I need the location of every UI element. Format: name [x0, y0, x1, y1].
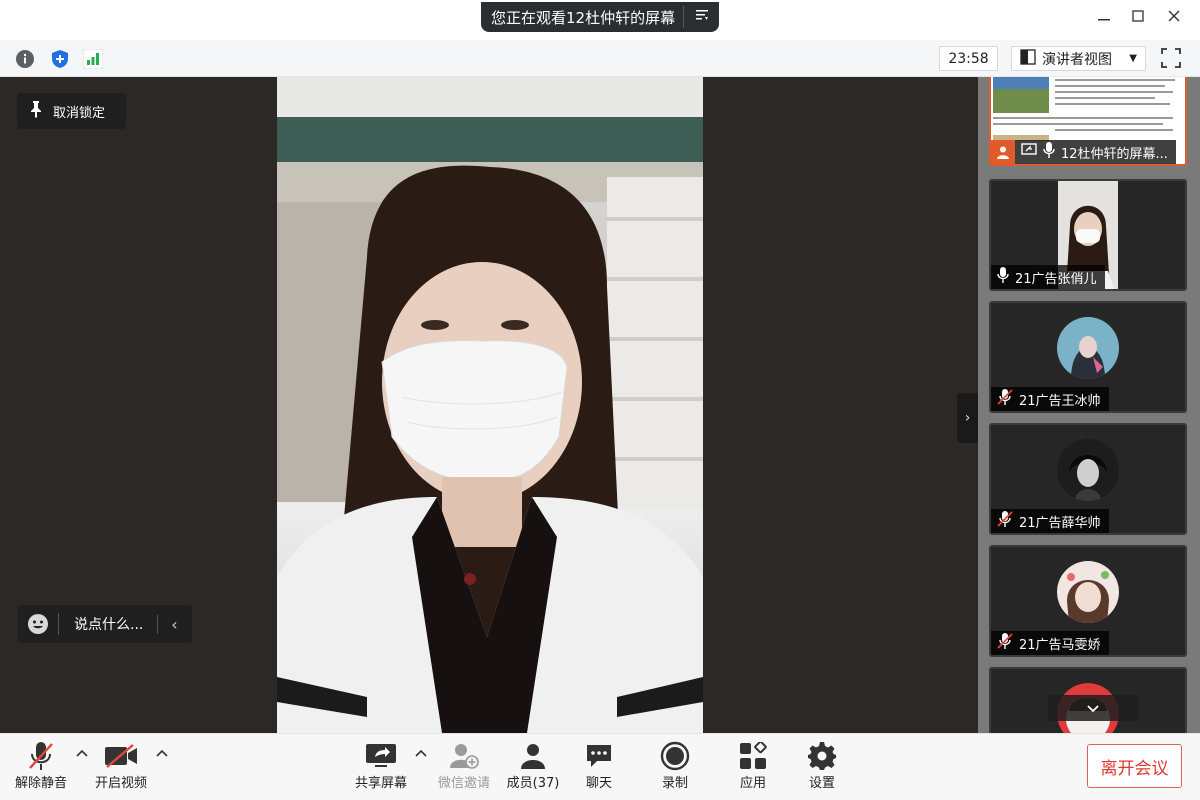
mic-icon — [997, 267, 1009, 287]
avatar — [1057, 561, 1119, 623]
participant-tile[interactable]: 21广告王冰帅 — [989, 301, 1187, 413]
mic-muted-icon — [27, 740, 55, 772]
start-video-label: 开启视频 — [94, 776, 147, 791]
avatar — [1057, 317, 1119, 379]
apps-button[interactable]: 应用 — [738, 740, 768, 796]
maximize-icon[interactable] — [1130, 8, 1146, 28]
screen-share-icon — [1021, 143, 1037, 161]
chevron-up-icon[interactable] — [76, 746, 88, 760]
participant-label: 21广告马雯娇 — [991, 631, 1109, 655]
start-video-button[interactable]: 开启视频 — [94, 740, 148, 796]
apps-icon — [739, 740, 767, 772]
mic-muted-icon — [997, 633, 1013, 653]
chat-button[interactable]: 聊天 — [584, 740, 614, 796]
shield-icon[interactable] — [49, 48, 71, 70]
chevron-right-icon[interactable]: › — [957, 393, 978, 443]
chevron-up-icon[interactable] — [156, 746, 168, 760]
share-banner[interactable]: 您正在观看12杜仲轩的屏幕 — [481, 2, 719, 32]
unmute-button[interactable]: 解除静音 — [14, 740, 68, 796]
participant-tile[interactable]: 21广告马雯娇 — [989, 545, 1187, 657]
participant-name: 21广告马雯娇 — [1019, 637, 1101, 653]
settings-label: 设置 — [808, 776, 835, 791]
chevron-down-icon: ▼ — [1129, 53, 1137, 64]
chevron-down-icon — [1086, 699, 1100, 718]
info-icon[interactable] — [14, 48, 36, 70]
participant-label: 21广告薛华帅 — [991, 509, 1109, 533]
share-screen-button[interactable]: 共享屏幕 — [354, 740, 408, 796]
emoji-icon[interactable] — [18, 613, 58, 635]
participant-name: 21广告薛华帅 — [1019, 515, 1101, 531]
fullscreen-icon[interactable] — [1160, 47, 1184, 71]
participant-label: 12杜仲轩的屏幕... — [991, 140, 1176, 164]
signal-strength-icon[interactable] — [82, 48, 104, 70]
chevron-left-icon[interactable]: ‹ — [157, 614, 191, 634]
layout-icon — [1020, 48, 1036, 69]
chat-icon — [585, 740, 613, 772]
unpin-label: 取消锁定 — [53, 105, 106, 121]
minimize-icon[interactable] — [1096, 8, 1112, 28]
participant-name: 21广告王冰帅 — [1019, 393, 1101, 409]
members-label: 成员(37) — [506, 776, 560, 791]
mic-muted-icon — [997, 511, 1013, 531]
record-label: 录制 — [661, 776, 688, 791]
record-icon — [660, 740, 690, 772]
menu-icon[interactable] — [684, 9, 719, 25]
unmute-label: 解除静音 — [14, 776, 67, 791]
apps-label: 应用 — [739, 776, 766, 791]
members-icon — [518, 740, 548, 772]
gear-icon — [807, 740, 837, 772]
main-participant-video[interactable] — [277, 77, 703, 733]
settings-button[interactable]: 设置 — [807, 740, 837, 796]
mic-muted-icon — [997, 389, 1013, 409]
members-button[interactable]: 成员(37) — [504, 740, 562, 796]
share-screen-label: 共享屏幕 — [354, 776, 407, 791]
leave-meeting-button[interactable]: 离开会议 — [1087, 744, 1182, 788]
share-screen-icon — [365, 740, 397, 772]
meeting-toolbar: 23:58 演讲者视图 ▼ — [0, 40, 1200, 77]
participant-gallery[interactable]: 12杜仲轩的屏幕... 21广告张俏儿 21广告王冰帅 21广告薛华帅 21广告… — [978, 77, 1200, 733]
participant-name: 21广告张俏儿 — [1015, 271, 1097, 287]
scroll-down-button[interactable] — [1048, 695, 1138, 721]
quick-chat-box[interactable]: 说点什么... ‹ — [18, 605, 192, 643]
wechat-invite-button[interactable]: 微信邀请 — [436, 740, 492, 796]
pin-icon — [29, 100, 43, 122]
chat-label: 聊天 — [585, 776, 612, 791]
record-button[interactable]: 录制 — [660, 740, 690, 796]
main-video-stage: 取消锁定 说点什么... ‹ › — [0, 77, 978, 733]
participant-tile[interactable]: 21广告张俏儿 — [989, 179, 1187, 291]
participant-label: 21广告王冰帅 — [991, 387, 1109, 411]
chevron-up-icon[interactable] — [415, 746, 427, 760]
add-user-icon — [449, 740, 479, 772]
participant-name: 12杜仲轩的屏幕... — [1061, 146, 1168, 162]
speaker-view-dropdown[interactable]: 演讲者视图 ▼ — [1011, 46, 1146, 71]
mic-icon — [1043, 142, 1055, 162]
participant-tile[interactable] — [989, 667, 1187, 733]
participant-tile[interactable]: 21广告薛华帅 — [989, 423, 1187, 535]
meeting-timer: 23:58 — [939, 46, 998, 71]
share-banner-text: 您正在观看12杜仲轩的屏幕 — [491, 8, 676, 27]
wechat-invite-label: 微信邀请 — [437, 776, 490, 791]
meeting-controls: 解除静音 开启视频 共享屏幕 微信邀请 成员(37) 聊天 录制 应用 设置 离… — [0, 733, 1200, 800]
close-icon[interactable] — [1166, 8, 1182, 28]
title-bar: 您正在观看12杜仲轩的屏幕 — [0, 0, 1200, 40]
view-label: 演讲者视图 — [1042, 51, 1112, 68]
unpin-button[interactable]: 取消锁定 — [17, 93, 126, 129]
participant-label: 21广告张俏儿 — [991, 265, 1105, 289]
chat-input-placeholder[interactable]: 说点什么... — [59, 614, 157, 634]
participant-tile-screen[interactable]: 12杜仲轩的屏幕... — [989, 77, 1187, 166]
user-icon — [991, 140, 1015, 164]
video-off-icon — [104, 740, 138, 772]
avatar — [1057, 439, 1119, 501]
